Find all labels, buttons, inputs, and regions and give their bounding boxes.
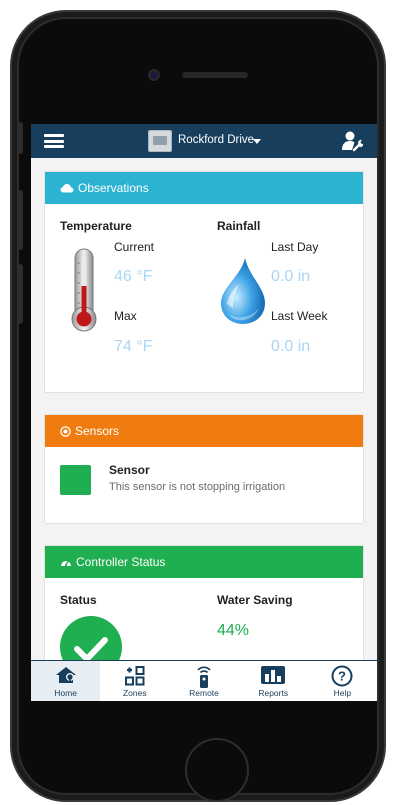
- sensors-title: Sensors: [75, 424, 120, 438]
- sensor-description: This sensor is not stopping irrigation: [109, 481, 286, 493]
- last-day-label: Last Day: [271, 240, 319, 254]
- controller-thumbnail[interactable]: [148, 130, 172, 152]
- zones-icon: [124, 666, 145, 686]
- earpiece-speaker: [182, 72, 248, 78]
- nav-home-label: Home: [54, 688, 77, 698]
- controller-status-card: Controller Status Status Water Saving 44…: [44, 545, 364, 660]
- nav-zones-label: Zones: [122, 688, 147, 698]
- last-day-value: 0.0 in: [271, 268, 311, 285]
- help-icon: ?: [331, 665, 353, 687]
- app-screen: Rockford Drive Observations Temperature …: [31, 124, 377, 701]
- menu-icon[interactable]: [44, 134, 64, 148]
- water-saving-value: 44%: [217, 622, 250, 639]
- observations-header: Observations: [45, 172, 363, 204]
- nav-remote-label: Remote: [189, 688, 219, 698]
- max-temp-value: 74 °F: [114, 338, 153, 355]
- sensors-header: Sensors: [45, 415, 363, 447]
- sensors-card: Sensors Sensor This sensor is not stoppi…: [44, 414, 364, 524]
- controller-status-header: Controller Status: [45, 546, 363, 578]
- rainfall-heading: Rainfall: [217, 219, 261, 233]
- current-temp-value: 46 °F: [114, 268, 153, 285]
- thermometer-icon: [71, 248, 97, 332]
- controller-status-title: Controller Status: [76, 555, 166, 569]
- nav-reports-label: Reports: [258, 688, 289, 698]
- nav-remote[interactable]: Remote: [169, 661, 238, 701]
- last-week-value: 0.0 in: [271, 338, 311, 355]
- svg-text:?: ?: [338, 669, 346, 684]
- cloud-icon: [60, 184, 74, 193]
- sensor-icon: [60, 425, 71, 437]
- nav-zones[interactable]: Zones: [100, 661, 169, 701]
- max-temp-label: Max: [114, 309, 137, 323]
- reports-icon: [261, 666, 286, 684]
- raindrop-icon: [221, 258, 265, 324]
- nav-help-label: Help: [333, 688, 352, 698]
- front-camera: [148, 69, 160, 81]
- mute-switch: [17, 122, 23, 154]
- nav-home[interactable]: Home: [31, 661, 101, 701]
- device-home-button[interactable]: [185, 738, 249, 802]
- remote-icon: [197, 666, 211, 688]
- last-week-label: Last Week: [271, 309, 328, 323]
- dashboard-content[interactable]: Observations Temperature Current 46 °F M…: [31, 158, 377, 660]
- current-temp-label: Current: [114, 240, 155, 254]
- water-saving-label: Water Saving: [217, 593, 293, 607]
- observations-title: Observations: [78, 181, 149, 195]
- volume-up-button: [17, 190, 23, 250]
- sensor-name: Sensor: [109, 463, 150, 477]
- temperature-heading: Temperature: [60, 219, 132, 233]
- volume-down-button: [17, 264, 23, 324]
- checkmark-icon: [74, 637, 108, 660]
- caret-down-icon[interactable]: [253, 139, 261, 144]
- dashboard-gauge-icon: [61, 560, 71, 567]
- user-settings-icon[interactable]: [341, 130, 365, 152]
- bottom-nav: Home Zones Remote Reports ? Help: [31, 660, 377, 701]
- nav-help[interactable]: ? Help: [308, 661, 377, 701]
- sensor-status-indicator: [60, 465, 91, 495]
- status-label: Status: [60, 593, 97, 607]
- nav-reports[interactable]: Reports: [239, 661, 308, 701]
- controller-selector[interactable]: Rockford Drive: [178, 134, 254, 146]
- status-ok-icon: [60, 616, 122, 660]
- home-icon: [55, 667, 76, 683]
- observations-card: Observations Temperature Current 46 °F M…: [44, 171, 364, 393]
- app-header: Rockford Drive: [31, 124, 377, 158]
